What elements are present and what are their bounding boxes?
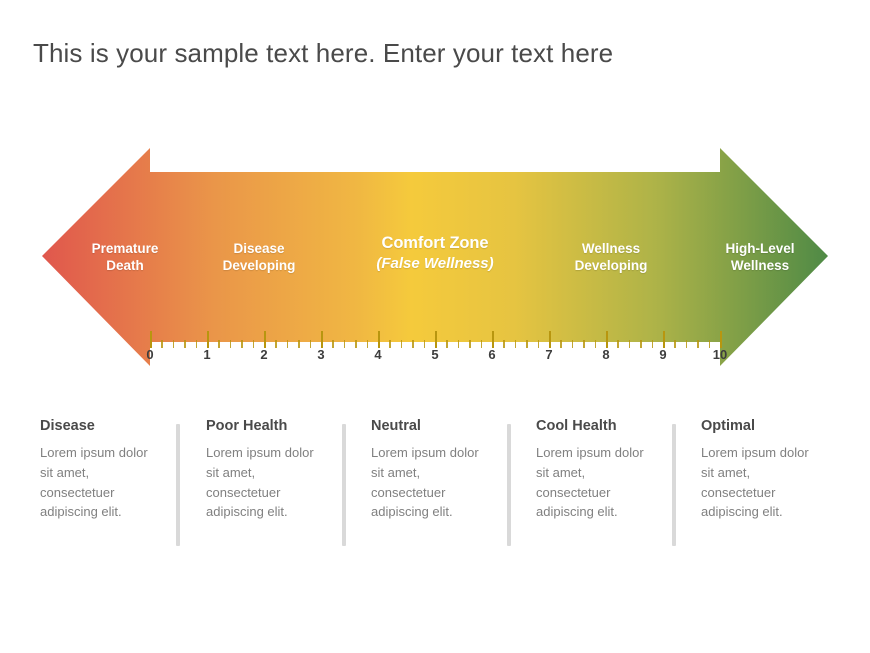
ruler-tick-minor: [252, 340, 255, 348]
ruler-tick-minor: [583, 340, 585, 348]
ruler-tick-minor: [172, 340, 175, 348]
detail-column-poor-health: Poor Health Lorem ipsum dolor sit amet, …: [206, 418, 356, 522]
ruler-tick-minor: [161, 340, 163, 348]
detail-column-disease: Disease Lorem ipsum dolor sit amet, cons…: [40, 418, 190, 522]
ruler-tick-minor: [218, 340, 220, 348]
ruler-tick-minor: [298, 340, 300, 348]
ruler-tick-label: 5: [431, 347, 439, 362]
ruler-tick-minor: [423, 340, 426, 348]
detail-heading: Cool Health: [536, 418, 617, 434]
detail-column-group: Disease Lorem ipsum dolor sit amet, cons…: [0, 418, 870, 568]
ruler-tick-minor: [617, 340, 619, 348]
ruler-tick-minor: [332, 340, 334, 348]
detail-divider: [507, 424, 511, 546]
ruler-tick-major: [378, 331, 380, 348]
ruler-tick-minor: [195, 340, 198, 348]
ruler-tick-minor: [389, 340, 391, 348]
ruler-tick-minor: [309, 340, 312, 348]
ruler-tick-label: 4: [374, 347, 382, 362]
ruler-tick-label: 8: [602, 347, 610, 362]
page-title: This is your sample text here. Enter you…: [33, 38, 614, 68]
ruler-tick-minor: [366, 340, 369, 348]
ruler-tick-minor: [526, 340, 528, 348]
ruler-tick-minor: [457, 340, 460, 348]
wellness-scale-ruler: 0 1 2 3 4 5 6 7 8 9 10: [146, 330, 727, 370]
ruler-tick-label: 7: [545, 347, 553, 362]
segment-secondary-text: Wellness: [730, 258, 790, 274]
ruler-tick-label: 9: [659, 347, 667, 362]
detail-body: Lorem ipsum dolor sit amet, consectetuer…: [371, 445, 479, 520]
ruler-tick-major: [150, 331, 152, 348]
ruler-tick-minor: [697, 340, 699, 348]
detail-column-optimal: Optimal Lorem ipsum dolor sit amet, cons…: [701, 418, 851, 522]
ruler-tick-minor: [560, 340, 562, 348]
ruler-tick-label: 1: [203, 347, 211, 362]
ruler-tick-minor: [412, 340, 414, 348]
ruler-tick-minor: [514, 340, 517, 348]
detail-body: Lorem ipsum dolor sit amet, consectetuer…: [40, 445, 148, 520]
ruler-tick-label: 2: [260, 347, 268, 362]
ruler-tick-minor: [594, 340, 597, 348]
ruler-tick-major: [663, 331, 665, 348]
detail-divider: [672, 424, 676, 546]
ruler-tick-major: [492, 331, 494, 348]
ruler-tick-minor: [400, 340, 403, 348]
ruler-tick-minor: [651, 340, 654, 348]
ruler-tick-minor: [674, 340, 676, 348]
segment-label-high-level-wellness: High-Level Wellness: [635, 240, 870, 275]
ruler-tick-major: [435, 331, 437, 348]
ruler-tick-minor: [355, 340, 357, 348]
ruler-tick-minor: [571, 340, 574, 348]
ruler-tick-major: [549, 331, 551, 348]
ruler-tick-minor: [343, 340, 346, 348]
segment-primary-text: High-Level: [725, 241, 795, 256]
ruler-tick-major: [606, 331, 608, 348]
ruler-tick-minor: [229, 340, 232, 348]
ruler-tick-label: 0: [146, 347, 154, 362]
ruler-tick-minor: [503, 340, 505, 348]
detail-heading: Optimal: [701, 418, 755, 434]
detail-column-cool-health: Cool Health Lorem ipsum dolor sit amet, …: [536, 418, 686, 522]
ruler-tick-minor: [446, 340, 448, 348]
detail-divider: [342, 424, 346, 546]
ruler-tick-minor: [241, 340, 243, 348]
detail-column-neutral: Neutral Lorem ipsum dolor sit amet, cons…: [371, 418, 521, 522]
ruler-tick-label: 10: [712, 347, 728, 362]
ruler-tick-label: 6: [488, 347, 496, 362]
detail-heading: Disease: [40, 418, 95, 434]
ruler-tick-minor: [708, 340, 711, 348]
detail-body: Lorem ipsum dolor sit amet, consectetuer…: [206, 445, 314, 520]
ruler-tick-minor: [286, 340, 289, 348]
detail-divider: [176, 424, 180, 546]
ruler-tick-minor: [640, 340, 642, 348]
detail-body: Lorem ipsum dolor sit amet, consectetuer…: [701, 445, 809, 520]
ruler-tick-label: 3: [317, 347, 325, 362]
ruler-tick-major: [264, 331, 266, 348]
ruler-tick-minor: [537, 340, 540, 348]
ruler-tick-minor: [275, 340, 277, 348]
ruler-tick-major: [321, 331, 323, 348]
ruler-tick-major: [207, 331, 209, 348]
ruler-tick-major: [720, 331, 722, 348]
ruler-tick-minor: [628, 340, 631, 348]
detail-body: Lorem ipsum dolor sit amet, consectetuer…: [536, 445, 644, 520]
ruler-tick-minor: [469, 340, 471, 348]
ruler-tick-minor: [480, 340, 483, 348]
ruler-tick-minor: [685, 340, 688, 348]
detail-heading: Neutral: [371, 418, 421, 434]
detail-heading: Poor Health: [206, 418, 288, 434]
ruler-tick-minor: [184, 340, 186, 348]
